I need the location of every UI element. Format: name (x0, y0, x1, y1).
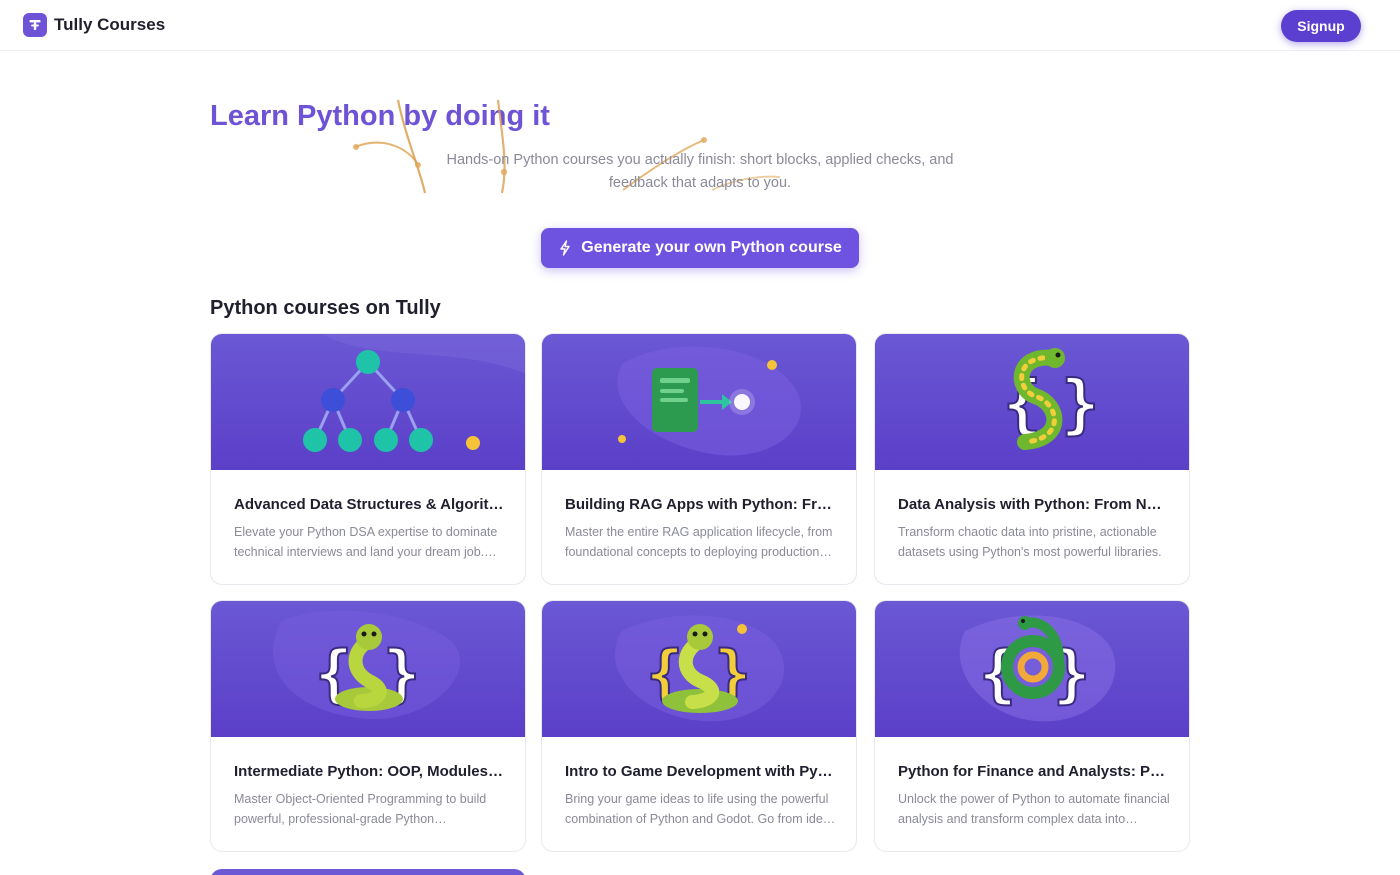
course-image: { } (542, 601, 856, 737)
python-spiral-icon: { } (959, 615, 1116, 722)
python-braces-icon: { } (1002, 348, 1101, 450)
course-image: { } (875, 334, 1189, 470)
course-card[interactable]: { } Python for Finance and Analysts: Pra… (874, 600, 1190, 852)
course-description: Master Object-Oriented Programming to bu… (234, 792, 487, 826)
generate-course-button[interactable]: Generate your own Python course (541, 228, 859, 268)
tree-graph-icon (303, 334, 525, 452)
generate-course-label: Generate your own Python course (581, 239, 842, 256)
signup-button[interactable]: Signup (1281, 10, 1361, 42)
brand-name[interactable]: Tully Courses (54, 15, 165, 35)
lightning-icon (560, 240, 570, 256)
course-image: { } (875, 601, 1189, 737)
course-image (542, 334, 856, 470)
course-description: Unlock the power of Python to automate f… (898, 792, 1170, 826)
course-description: Elevate your Python DSA expertise to dom… (234, 525, 498, 559)
svg-text:}: } (1061, 368, 1100, 442)
course-image (211, 334, 525, 470)
document-arrow-icon (617, 346, 801, 456)
course-title: Intro to Game Development with Python an… (565, 763, 835, 780)
hero-subtitle: Hands-on Python courses you actually fin… (446, 152, 954, 191)
course-image: { } (211, 601, 525, 737)
course-card[interactable]: Building RAG Apps with Python: From Zero… (541, 333, 857, 585)
course-title: Data Analysis with Python: From NumPy to… (898, 496, 1168, 513)
course-title: Python for Finance and Analysts: Practic… (898, 763, 1168, 780)
course-description: Bring your game ideas to life using the … (565, 792, 830, 826)
section-title: Python courses on Tully (210, 297, 441, 319)
hero-title: Learn Python by doing it (210, 100, 550, 132)
python-snake-icon: { } (614, 615, 785, 722)
tully-logo-icon[interactable] (23, 13, 47, 37)
course-card-partial[interactable] (210, 869, 526, 875)
course-title: Building RAG Apps with Python: From Zero… (565, 496, 835, 513)
course-card[interactable]: Advanced Data Structures & Algorithms El… (210, 333, 526, 585)
course-card[interactable]: { } Data Analysis with Python: From NumP… (874, 333, 1190, 585)
course-title: Intermediate Python: OOP, Modules, and M… (234, 763, 504, 780)
python-snake-icon: { } (273, 610, 460, 720)
top-bar: Tully Courses Signup (0, 0, 1400, 51)
course-description: Master the entire RAG application lifecy… (565, 525, 833, 559)
course-title: Advanced Data Structures & Algorithms (234, 496, 504, 513)
course-card[interactable]: { } Intermediate Python: OOP, Modules, a… (210, 600, 526, 852)
course-description: Transform chaotic data into pristine, ac… (898, 525, 1162, 559)
course-card[interactable]: { } Intro to Game Development with Pytho… (541, 600, 857, 852)
